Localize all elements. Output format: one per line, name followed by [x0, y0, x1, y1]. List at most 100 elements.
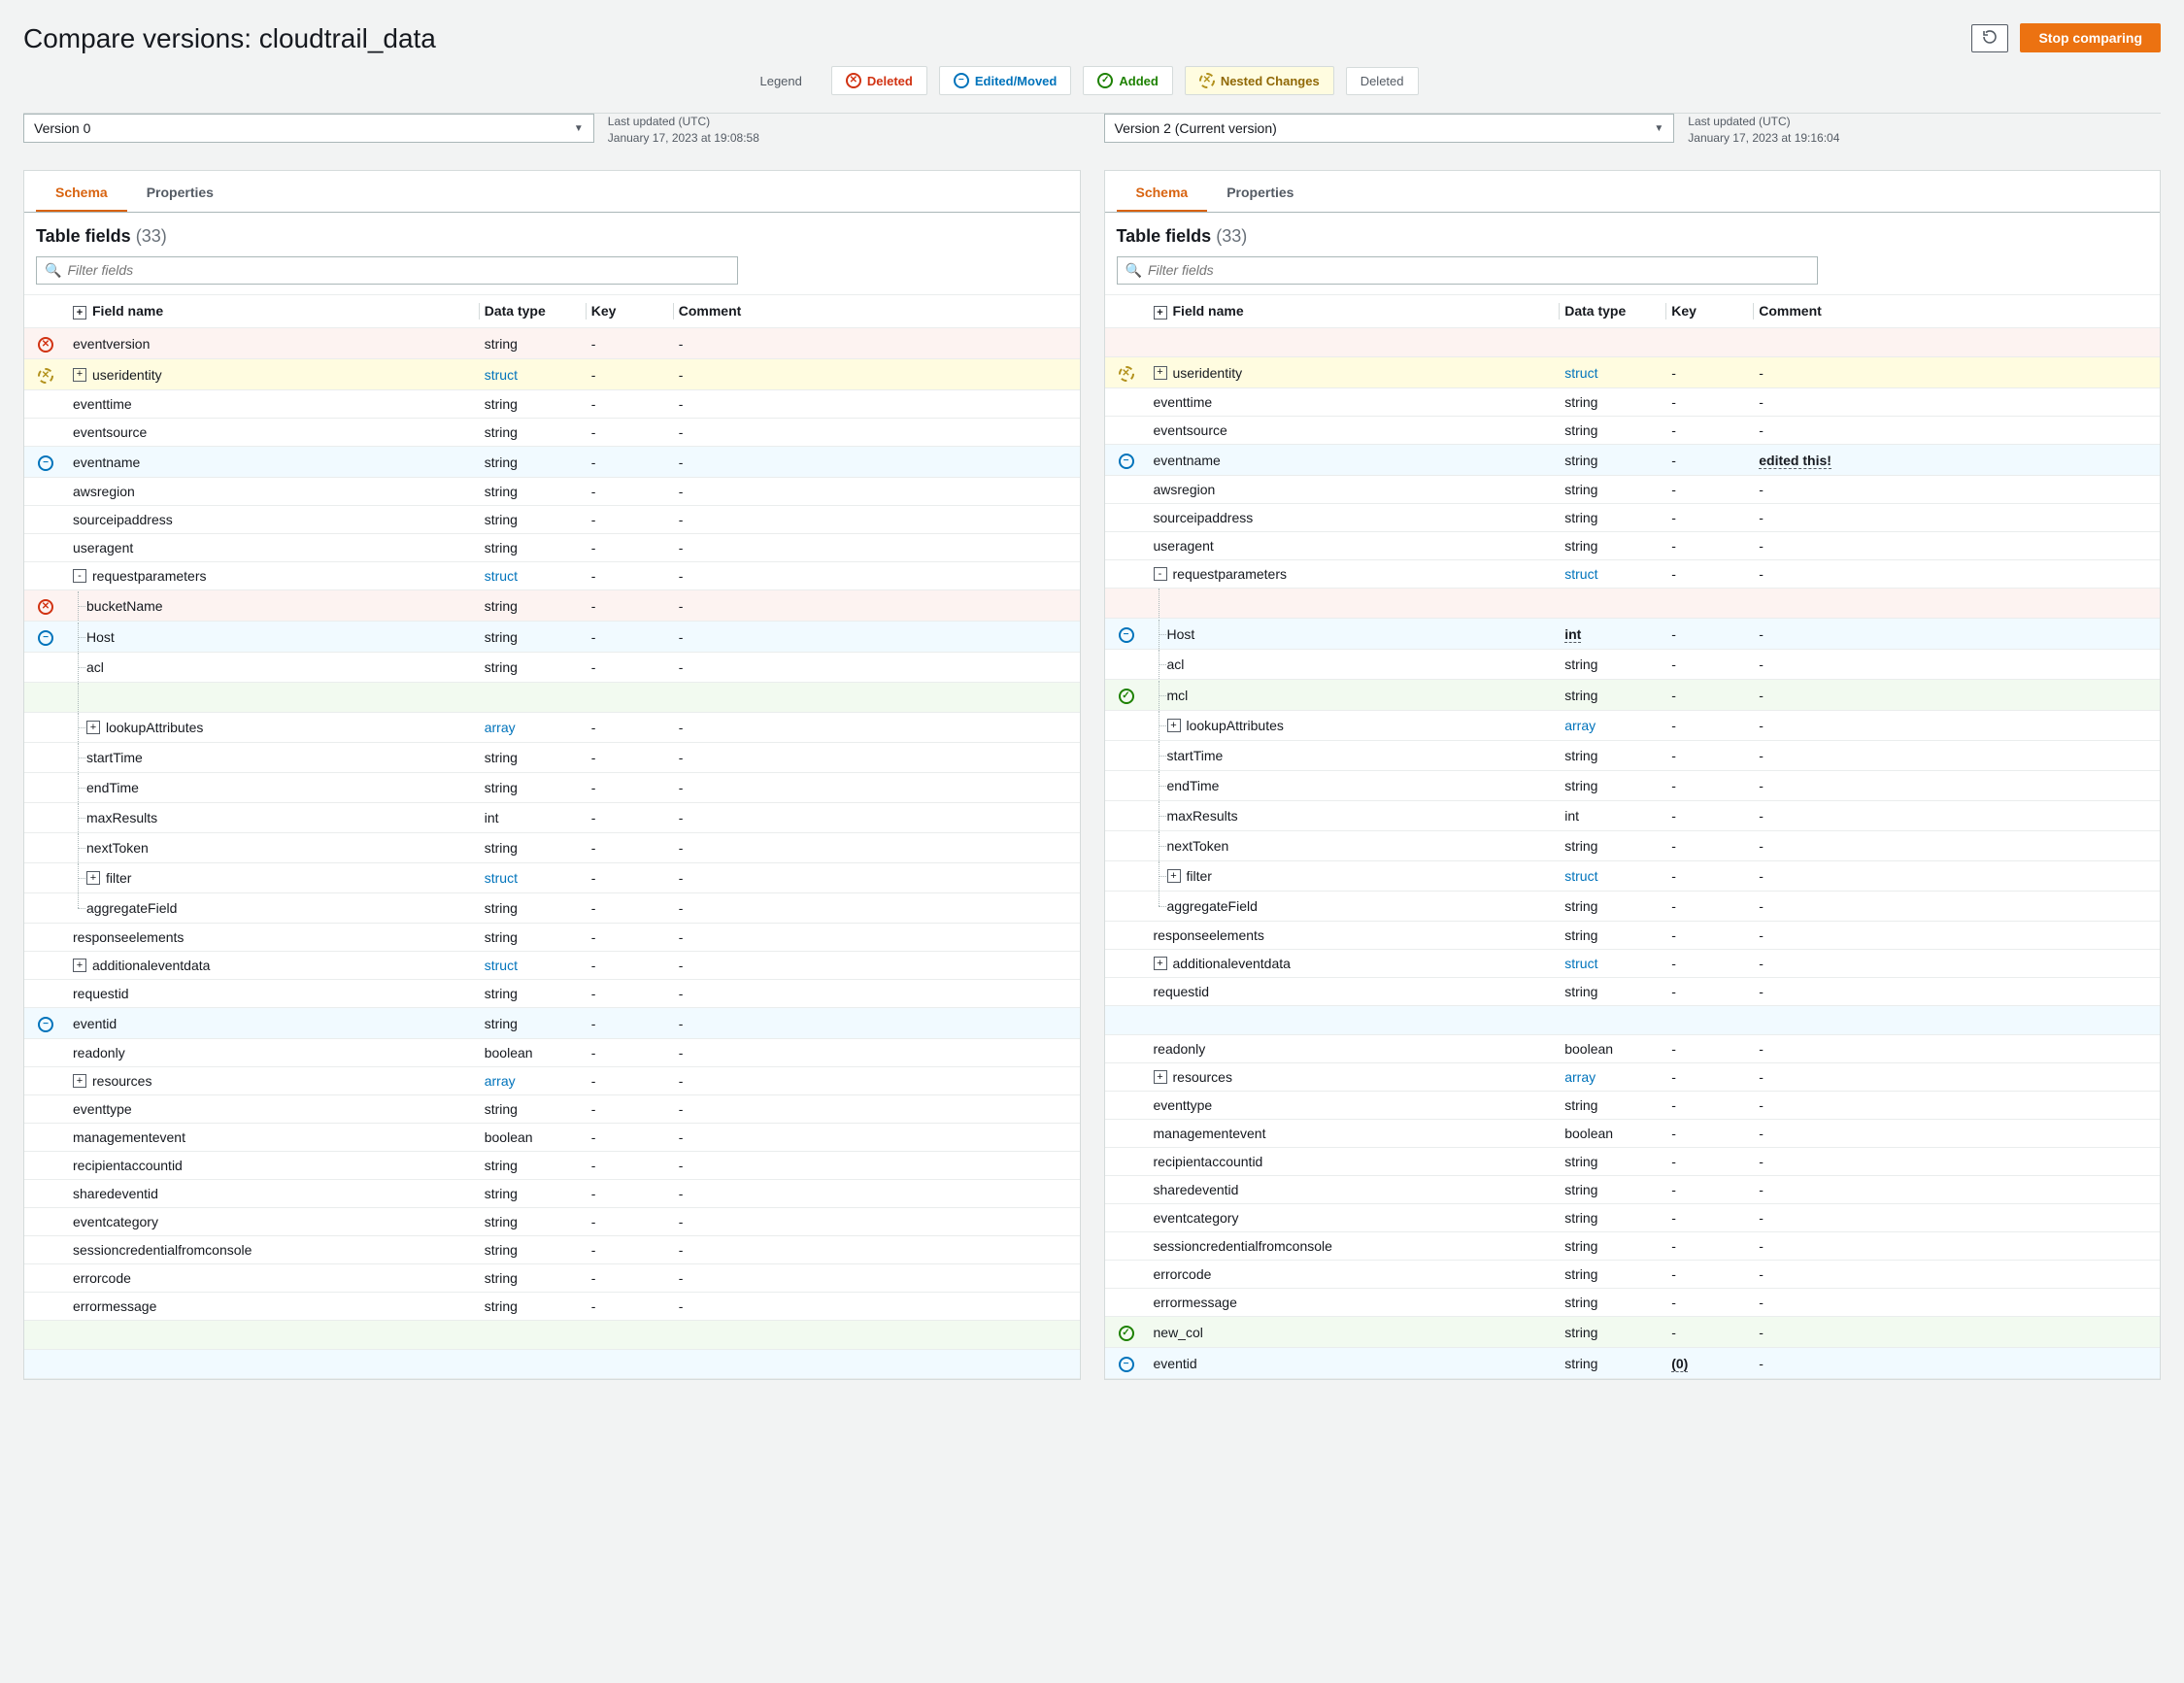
- key-value: -: [1671, 394, 1676, 410]
- type-link[interactable]: struct: [485, 568, 518, 584]
- type-link[interactable]: array: [1564, 1069, 1596, 1085]
- comment-value: -: [1759, 422, 1764, 438]
- expand-toggle[interactable]: -: [1154, 567, 1167, 581]
- type-value: string: [1564, 1266, 1597, 1282]
- field-name: managementevent: [1154, 1126, 1266, 1141]
- expand-toggle[interactable]: -: [73, 569, 86, 583]
- type-link[interactable]: struct: [485, 870, 518, 886]
- refresh-button[interactable]: [1971, 24, 2008, 52]
- expand-all[interactable]: +: [1154, 306, 1167, 320]
- filter-fields-input[interactable]: 🔍: [1117, 256, 1819, 285]
- key-value: -: [591, 958, 596, 973]
- type-link[interactable]: struct: [485, 367, 518, 383]
- key-value: -: [1671, 656, 1676, 672]
- filter-fields-input[interactable]: 🔍: [36, 256, 738, 285]
- type-link[interactable]: struct: [1564, 566, 1597, 582]
- table-row: eventsourcestring--: [1105, 417, 2161, 445]
- comment-value: -: [1759, 1182, 1764, 1197]
- type-link[interactable]: struct: [1564, 365, 1597, 381]
- comment-value: -: [1759, 482, 1764, 497]
- comment-value: -: [1759, 688, 1764, 703]
- table-row: ✕bucketNamestring--: [24, 590, 1080, 622]
- nested-icon: ✕: [1119, 366, 1134, 382]
- comment-value: -: [679, 810, 684, 825]
- type-link[interactable]: struct: [485, 958, 518, 973]
- expand-toggle[interactable]: +: [86, 721, 100, 734]
- version-select-right[interactable]: Version 2 (Current version) ▼: [1104, 114, 1675, 143]
- table-row: errorcodestring--: [1105, 1261, 2161, 1289]
- tab-schema[interactable]: Schema: [1117, 175, 1208, 212]
- comment-value: -: [679, 1158, 684, 1173]
- field-name: nextToken: [1167, 838, 1229, 854]
- field-name: sharedeventid: [1154, 1182, 1239, 1197]
- key-value: -: [1671, 482, 1676, 497]
- type-value: string: [485, 750, 518, 765]
- field-name: readonly: [73, 1045, 125, 1060]
- table-row: eventtimestring--: [1105, 388, 2161, 417]
- legend-plain[interactable]: Deleted: [1346, 67, 1419, 95]
- table-row: [24, 1350, 1080, 1379]
- key-value: -: [591, 1101, 596, 1117]
- expand-toggle[interactable]: +: [1167, 869, 1181, 883]
- expand-toggle[interactable]: +: [86, 871, 100, 885]
- table-row: −eventnamestring-edited this!: [1105, 445, 2161, 476]
- field-name: awsregion: [1154, 482, 1216, 497]
- key-value: -: [591, 1214, 596, 1229]
- key-value: -: [591, 1045, 596, 1060]
- comment-value: -: [1759, 1154, 1764, 1169]
- type-value: string: [485, 1016, 518, 1031]
- field-name: errorcode: [73, 1270, 131, 1286]
- version-select-left[interactable]: Version 0 ▼: [23, 114, 594, 143]
- legend-added[interactable]: ✓Added: [1083, 66, 1172, 95]
- expand-toggle[interactable]: +: [1167, 719, 1181, 732]
- comment-value: -: [1759, 1097, 1764, 1113]
- table-row: sourceipaddressstring--: [24, 506, 1080, 534]
- key-value: (0): [1671, 1356, 1688, 1372]
- expand-toggle[interactable]: +: [1154, 366, 1167, 380]
- tab-properties[interactable]: Properties: [1207, 175, 1313, 212]
- type-value: string: [1564, 656, 1597, 672]
- expand-toggle[interactable]: +: [1154, 1070, 1167, 1084]
- expand-toggle[interactable]: +: [73, 368, 86, 382]
- added-icon: ✓: [1097, 73, 1113, 88]
- comment-value: -: [679, 598, 684, 614]
- type-link[interactable]: struct: [1564, 868, 1597, 884]
- table-row: -requestparametersstruct--: [24, 562, 1080, 590]
- type-link[interactable]: array: [485, 720, 516, 735]
- comment-value: -: [679, 1045, 684, 1060]
- field-name: eventid: [73, 1016, 117, 1031]
- comment-value: -: [1759, 748, 1764, 763]
- comment-value: -: [679, 336, 684, 352]
- expand-toggle[interactable]: +: [73, 959, 86, 972]
- stop-comparing-button[interactable]: Stop comparing: [2020, 23, 2161, 52]
- legend-deleted[interactable]: ✕Deleted: [831, 66, 927, 95]
- key-value: -: [1671, 626, 1676, 642]
- type-value: string: [485, 512, 518, 527]
- table-row: startTimestring--: [1105, 741, 2161, 771]
- type-link[interactable]: array: [485, 1073, 516, 1089]
- table-row: startTimestring--: [24, 743, 1080, 773]
- legend-edited[interactable]: −Edited/Moved: [939, 66, 1072, 95]
- table-row: [1105, 1006, 2161, 1035]
- key-value: -: [591, 1158, 596, 1173]
- tab-properties[interactable]: Properties: [127, 175, 233, 212]
- type-value: string: [485, 1214, 518, 1229]
- legend-nested[interactable]: ✕Nested Changes: [1185, 66, 1334, 95]
- comment-value: -: [679, 512, 684, 527]
- expand-toggle[interactable]: +: [1154, 957, 1167, 970]
- key-value: -: [591, 1270, 596, 1286]
- table-row: requestidstring--: [1105, 978, 2161, 1006]
- expand-toggle[interactable]: +: [73, 1074, 86, 1088]
- table-row: awsregionstring--: [1105, 476, 2161, 504]
- type-link[interactable]: array: [1564, 718, 1596, 733]
- comment-value: -: [679, 396, 684, 412]
- edited-icon: −: [38, 630, 53, 646]
- comment-value: -: [679, 840, 684, 856]
- table-row: [1105, 589, 2161, 619]
- tab-schema[interactable]: Schema: [36, 175, 127, 212]
- expand-all[interactable]: +: [73, 306, 86, 320]
- type-link[interactable]: struct: [1564, 956, 1597, 971]
- comment-value: -: [1759, 1295, 1764, 1310]
- type-value: string: [1564, 984, 1597, 999]
- field-name: sharedeventid: [73, 1186, 158, 1201]
